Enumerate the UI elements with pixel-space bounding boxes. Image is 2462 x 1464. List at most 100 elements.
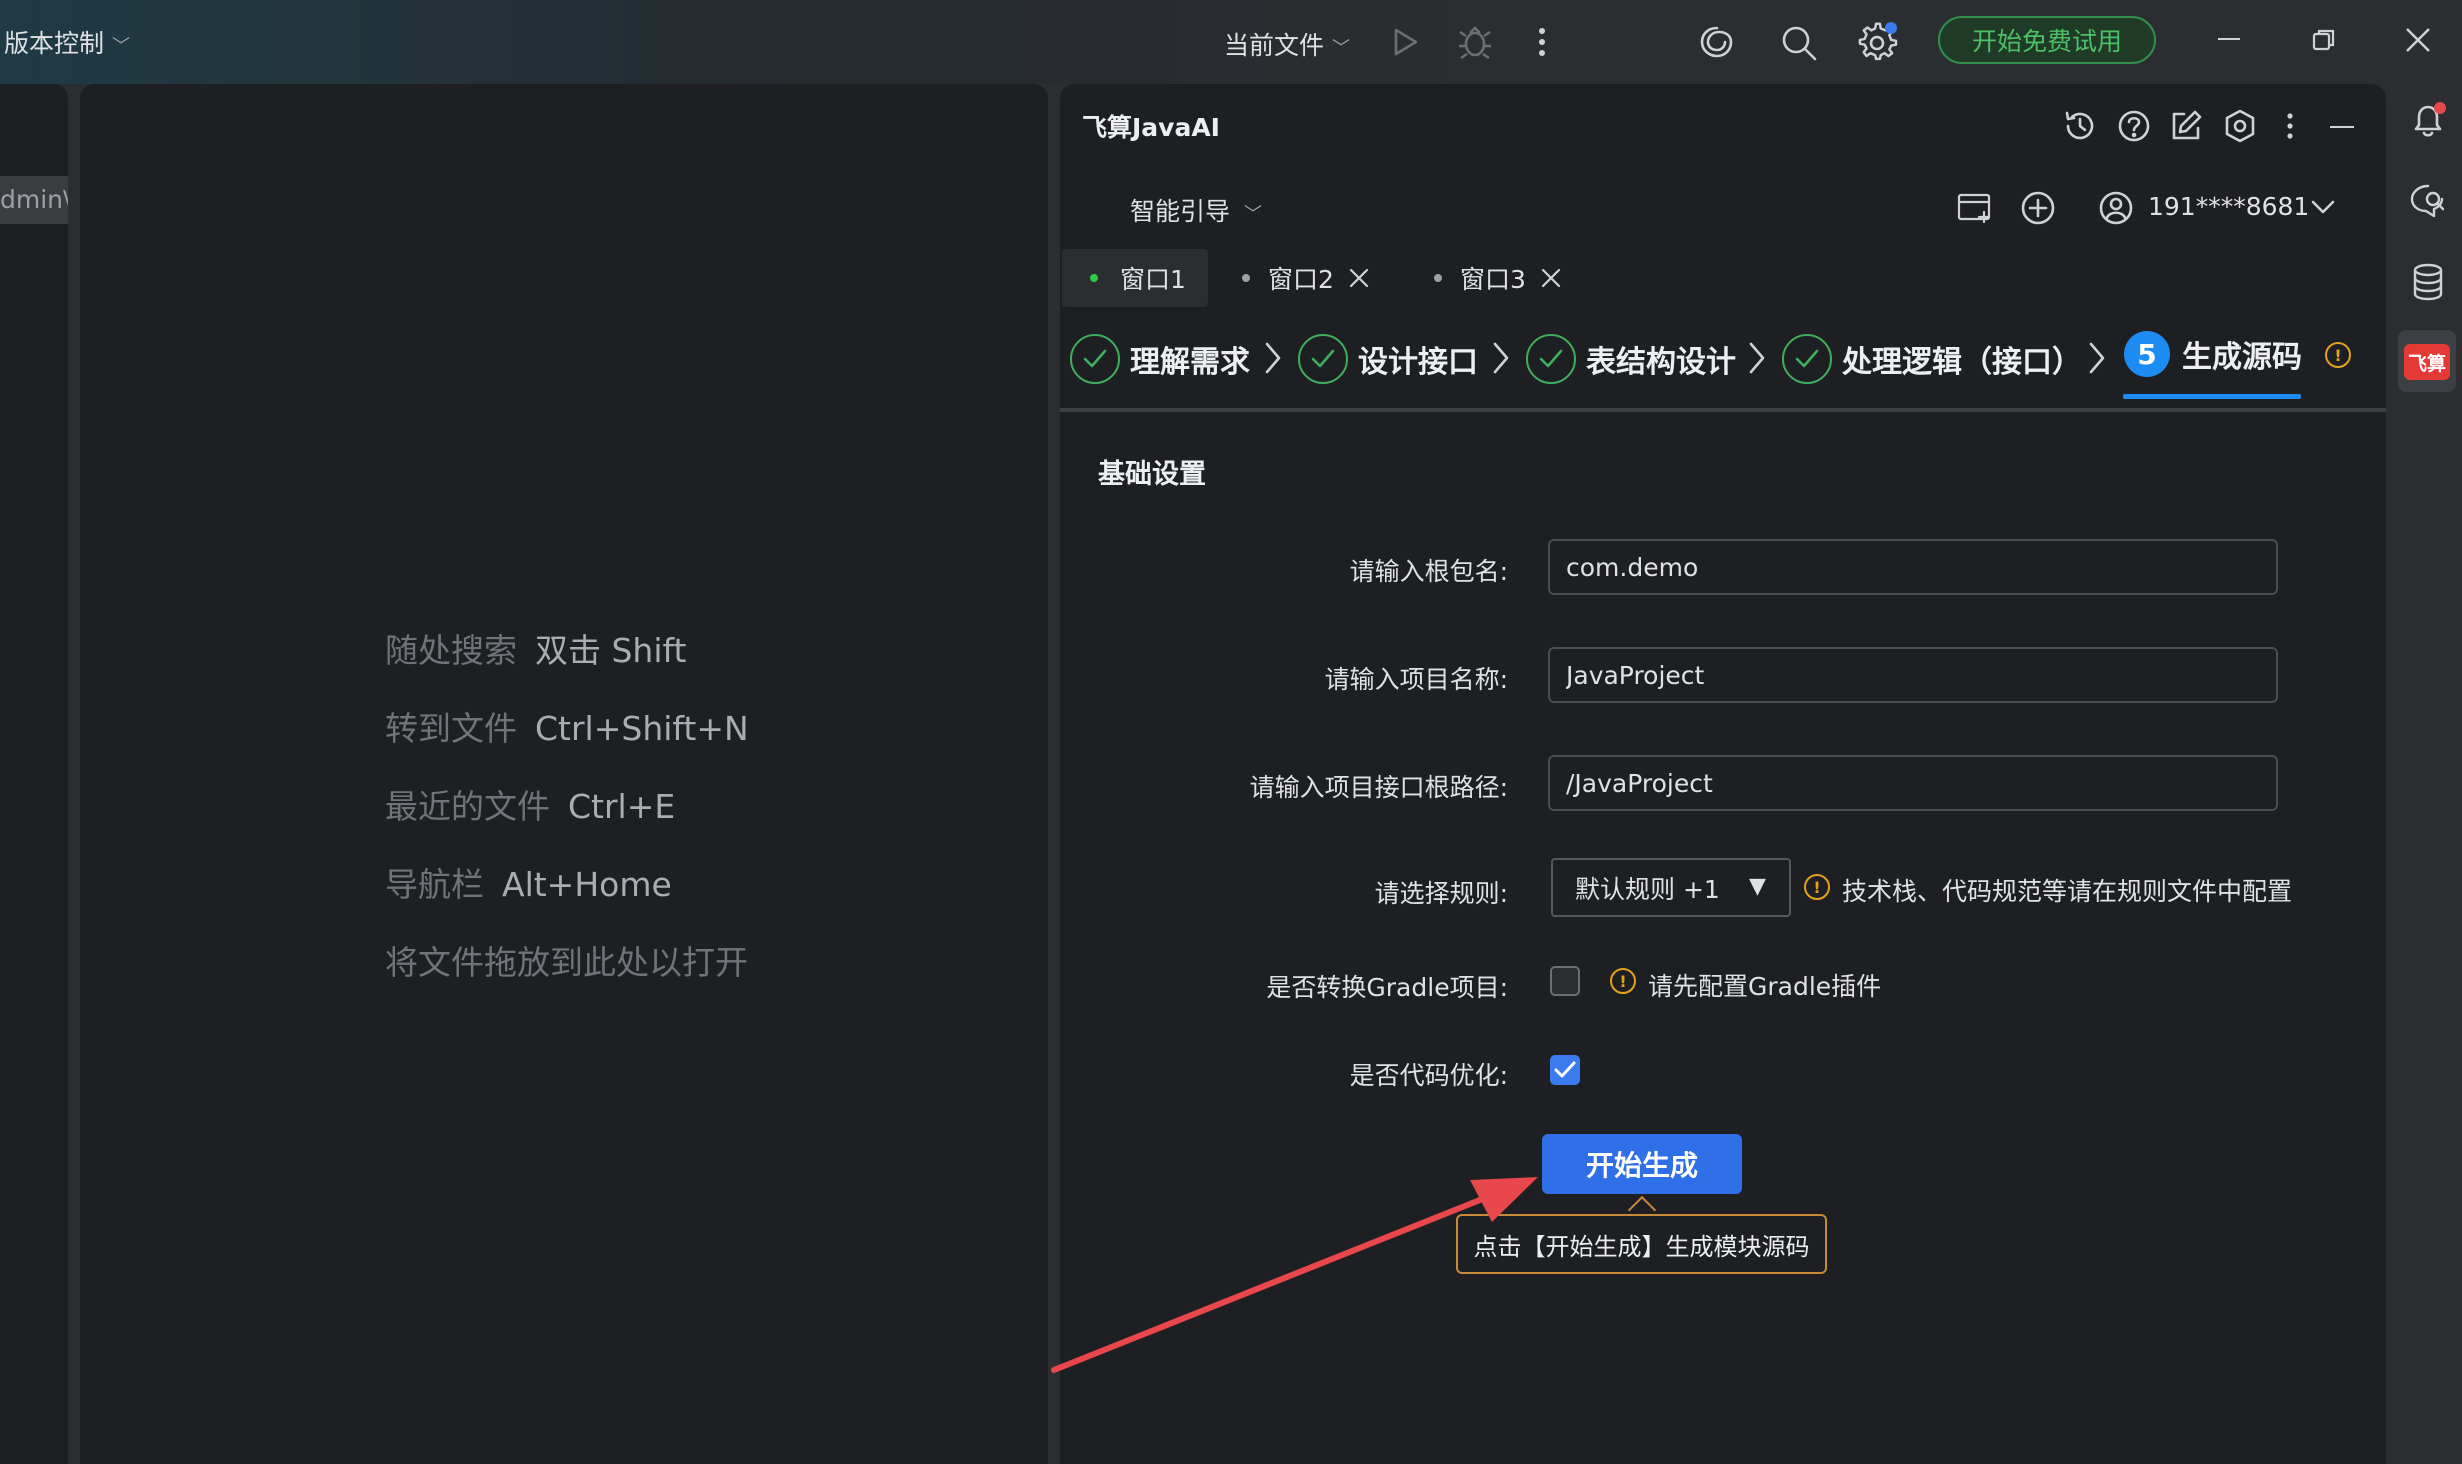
- root-package-label: 请输入根包名:: [1349, 557, 1508, 586]
- check-circle-icon: [1526, 334, 1576, 384]
- step-label: 处理逻辑（接口）: [1842, 345, 2082, 380]
- triangle-down-icon: ▼: [1749, 874, 1766, 899]
- start-free-trial-button[interactable]: 开始免费试用: [1938, 16, 2156, 64]
- rule-select-label: 请选择规则:: [1374, 879, 1508, 908]
- hint-key: 双击 Shift: [535, 631, 687, 670]
- settings-gear-icon[interactable]: [1858, 22, 1900, 64]
- ai-panel-title: 飞算JavaAI: [1082, 113, 1220, 142]
- vcs-menu-label: 版本控制: [4, 29, 105, 58]
- chevron-down-icon: ﹀: [111, 36, 130, 57]
- update-badge: [1885, 22, 1897, 34]
- active-dot: [1090, 274, 1098, 282]
- close-window-icon[interactable]: [2404, 26, 2432, 54]
- root-package-input[interactable]: [1548, 539, 2278, 595]
- search-icon[interactable]: [1780, 24, 1818, 62]
- run-config-selector[interactable]: 当前文件 ﹀: [1224, 26, 1350, 62]
- check-circle-icon: [1782, 334, 1832, 384]
- more-vertical-icon[interactable]: [2286, 112, 2294, 140]
- info-warning-icon: !: [1804, 874, 1830, 900]
- step-number-badge: 5: [2124, 331, 2170, 377]
- tab-dot: [1434, 274, 1442, 282]
- step-label: 理解需求: [1130, 345, 1250, 380]
- hint-navigation-bar: 导航栏 Alt+Home: [385, 858, 672, 906]
- hide-panel-icon[interactable]: [2330, 126, 2354, 128]
- hint-key: Ctrl+E: [568, 787, 676, 826]
- step-generate-source[interactable]: 5 生成源码: [2124, 323, 2302, 385]
- notification-badge: [2434, 102, 2446, 114]
- annotation-arrow: [1051, 1177, 1538, 1373]
- check-circle-icon: [1070, 334, 1120, 384]
- step-label: 生成源码: [2182, 340, 2302, 375]
- run-config-label: 当前文件: [1224, 31, 1325, 60]
- user-account-label[interactable]: 191****8681: [2148, 192, 2309, 221]
- project-name-label: 请输入项目名称:: [1324, 665, 1508, 694]
- chevron-down-icon: ﹀: [1243, 204, 1262, 225]
- restore-window-icon[interactable]: [2312, 28, 2336, 52]
- hint-label: 导航栏: [385, 865, 484, 904]
- chevron-right-icon: [1746, 340, 1768, 376]
- vcs-menu[interactable]: 版本控制 ﹀: [4, 24, 130, 60]
- run-icon[interactable]: [1390, 26, 1420, 58]
- database-icon[interactable]: [2410, 262, 2446, 302]
- tab-window-1[interactable]: 窗口1: [1062, 249, 1208, 307]
- new-window-icon[interactable]: [1956, 190, 1994, 226]
- history-icon[interactable]: [2062, 108, 2098, 144]
- more-vertical-icon[interactable]: [1538, 26, 1546, 58]
- active-step-indicator: [2123, 394, 2301, 399]
- minimize-window-icon[interactable]: [2218, 38, 2240, 40]
- hint-drop-files: 将文件拖放到此处以打开: [385, 936, 748, 984]
- hint-key: Alt+Home: [502, 865, 672, 904]
- step-table-design[interactable]: 表结构设计: [1526, 328, 1736, 390]
- feisuan-logo-icon: 飞算: [2404, 344, 2450, 380]
- gradle-label: 是否转换Gradle项目:: [1266, 973, 1508, 1002]
- edit-icon[interactable]: [2168, 108, 2204, 144]
- start-generate-button[interactable]: 开始生成: [1542, 1134, 1742, 1194]
- info-warning-icon[interactable]: !: [2325, 342, 2351, 368]
- info-warning-icon: !: [1610, 968, 1636, 994]
- hint-label: 转到文件: [385, 709, 517, 748]
- hint-key: Ctrl+Shift+N: [535, 709, 749, 748]
- help-icon[interactable]: [2116, 108, 2152, 144]
- debug-icon[interactable]: [1458, 24, 1492, 60]
- tab-label: 窗口3: [1460, 265, 1526, 294]
- tab-label: 窗口2: [1268, 265, 1334, 294]
- gradle-hint: 请先配置Gradle插件: [1648, 972, 1882, 1001]
- steps-divider: [1060, 408, 2386, 412]
- gradle-checkbox[interactable]: [1550, 966, 1580, 996]
- mode-dropdown[interactable]: 智能引导 ﹀: [1130, 192, 1262, 228]
- close-tab-icon[interactable]: [1540, 267, 1562, 289]
- user-avatar-icon[interactable]: [2098, 190, 2134, 226]
- rule-select[interactable]: 默认规则 +1 ▼: [1551, 858, 1791, 917]
- step-design-interface[interactable]: 设计接口: [1298, 328, 1478, 390]
- notifications-bell-icon[interactable]: [2408, 100, 2448, 140]
- chevron-down-icon: ﹀: [1331, 38, 1350, 59]
- tab-window-2[interactable]: 窗口2: [1218, 249, 1388, 307]
- editor-empty-area: [80, 84, 1048, 1464]
- tab-window-3[interactable]: 窗口3: [1410, 249, 1580, 307]
- project-path-crumb[interactable]: dmin\: [0, 176, 68, 224]
- hint-label: 最近的文件: [385, 787, 550, 826]
- project-name-input[interactable]: [1548, 647, 2278, 703]
- step-process-logic[interactable]: 处理逻辑（接口）: [1782, 328, 2082, 390]
- code-optimize-checkbox[interactable]: [1550, 1055, 1580, 1085]
- hint-recent-files: 最近的文件 Ctrl+E: [385, 780, 675, 828]
- ai-chat-icon[interactable]: [2408, 182, 2448, 220]
- step-label: 表结构设计: [1586, 345, 1736, 380]
- tab-label: 窗口1: [1120, 265, 1186, 294]
- hint-label: 随处搜索: [385, 631, 517, 670]
- api-root-path-input[interactable]: [1548, 755, 2278, 811]
- close-tab-icon[interactable]: [1348, 267, 1370, 289]
- tab-dot: [1242, 274, 1250, 282]
- chevron-down-icon[interactable]: [2310, 198, 2336, 216]
- hint-goto-file: 转到文件 Ctrl+Shift+N: [385, 702, 749, 750]
- step-label: 设计接口: [1358, 345, 1478, 380]
- add-circle-icon[interactable]: [2020, 190, 2056, 226]
- settings-hexagon-icon[interactable]: [2222, 108, 2258, 144]
- chevron-right-icon: [1262, 340, 1284, 376]
- api-root-path-label: 请输入项目接口根路径:: [1249, 773, 1508, 802]
- hint-label: 将文件拖放到此处以打开: [385, 943, 748, 982]
- rule-hint: 技术栈、代码规范等请在规则文件中配置: [1842, 877, 2293, 906]
- hint-search-everywhere: 随处搜索 双击 Shift: [385, 624, 687, 672]
- step-understand-requirements[interactable]: 理解需求: [1070, 328, 1250, 390]
- ai-assistant-icon[interactable]: [1698, 22, 1736, 62]
